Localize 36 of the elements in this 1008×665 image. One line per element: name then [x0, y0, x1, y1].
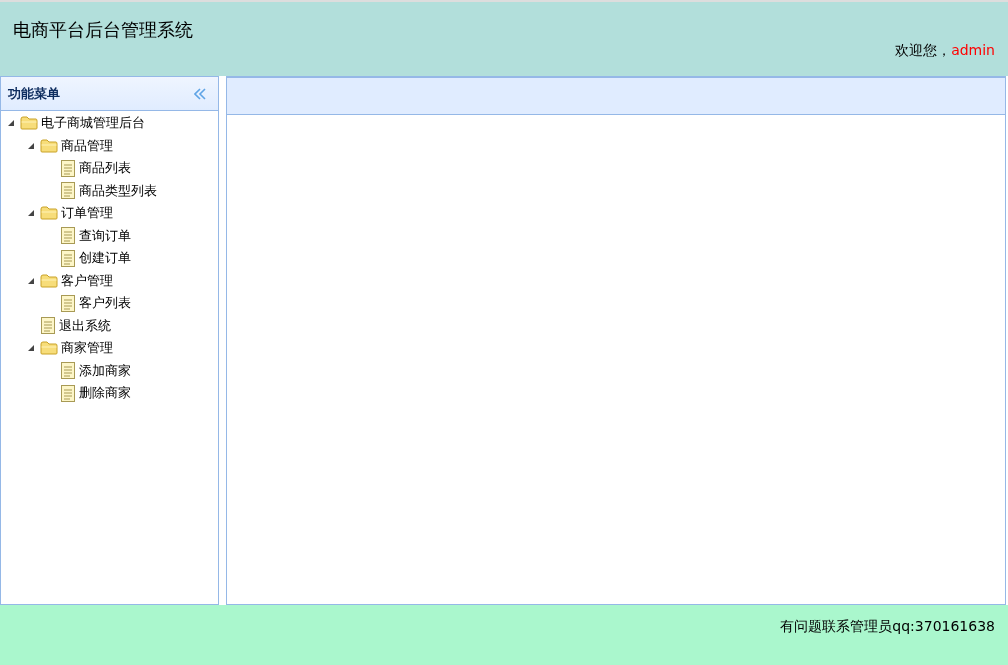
greeting-text: 欢迎您，: [895, 42, 952, 58]
document-icon: [60, 182, 76, 200]
tree-item[interactable]: 创建订单: [79, 249, 131, 268]
tree-item[interactable]: 商品列表: [79, 159, 131, 178]
open-folder-icon: [40, 340, 58, 357]
expanded-arrow-icon[interactable]: [26, 344, 36, 353]
tree-item[interactable]: 退出系统: [59, 316, 111, 335]
tree-item[interactable]: 电子商城管理后台: [41, 114, 145, 133]
tree-item[interactable]: 客户管理: [61, 271, 113, 290]
open-folder-icon: [40, 137, 58, 154]
username-text: admin: [951, 42, 995, 58]
document-icon: [60, 159, 76, 177]
expanded-arrow-icon[interactable]: [26, 276, 36, 285]
document-icon: [40, 317, 56, 335]
sidebar-title: 功能菜单: [8, 84, 60, 103]
document-icon: [60, 249, 76, 267]
tree-item[interactable]: 订单管理: [61, 204, 113, 223]
expanded-arrow-icon[interactable]: [26, 141, 36, 150]
tree-item[interactable]: 商品类型列表: [79, 181, 157, 200]
tree-item[interactable]: 添加商家: [79, 361, 131, 380]
tree-item[interactable]: 客户列表: [79, 294, 131, 313]
document-icon: [60, 227, 76, 245]
expanded-arrow-icon[interactable]: [6, 119, 16, 128]
tree-item[interactable]: 商品管理: [61, 136, 113, 155]
document-icon: [60, 294, 76, 312]
app-title: 电商平台后台管理系统: [13, 18, 194, 42]
open-folder-icon: [40, 205, 58, 222]
expanded-arrow-icon[interactable]: [26, 209, 36, 218]
document-icon: [60, 362, 76, 380]
tree-item[interactable]: 查询订单: [79, 226, 131, 245]
open-folder-icon: [20, 115, 38, 132]
footer-text: 有问题联系管理员qq:370161638: [780, 618, 995, 636]
document-icon: [60, 384, 76, 402]
open-folder-icon: [40, 272, 58, 289]
tree-item[interactable]: 删除商家: [79, 384, 131, 403]
tree-item[interactable]: 商家管理: [61, 339, 113, 358]
